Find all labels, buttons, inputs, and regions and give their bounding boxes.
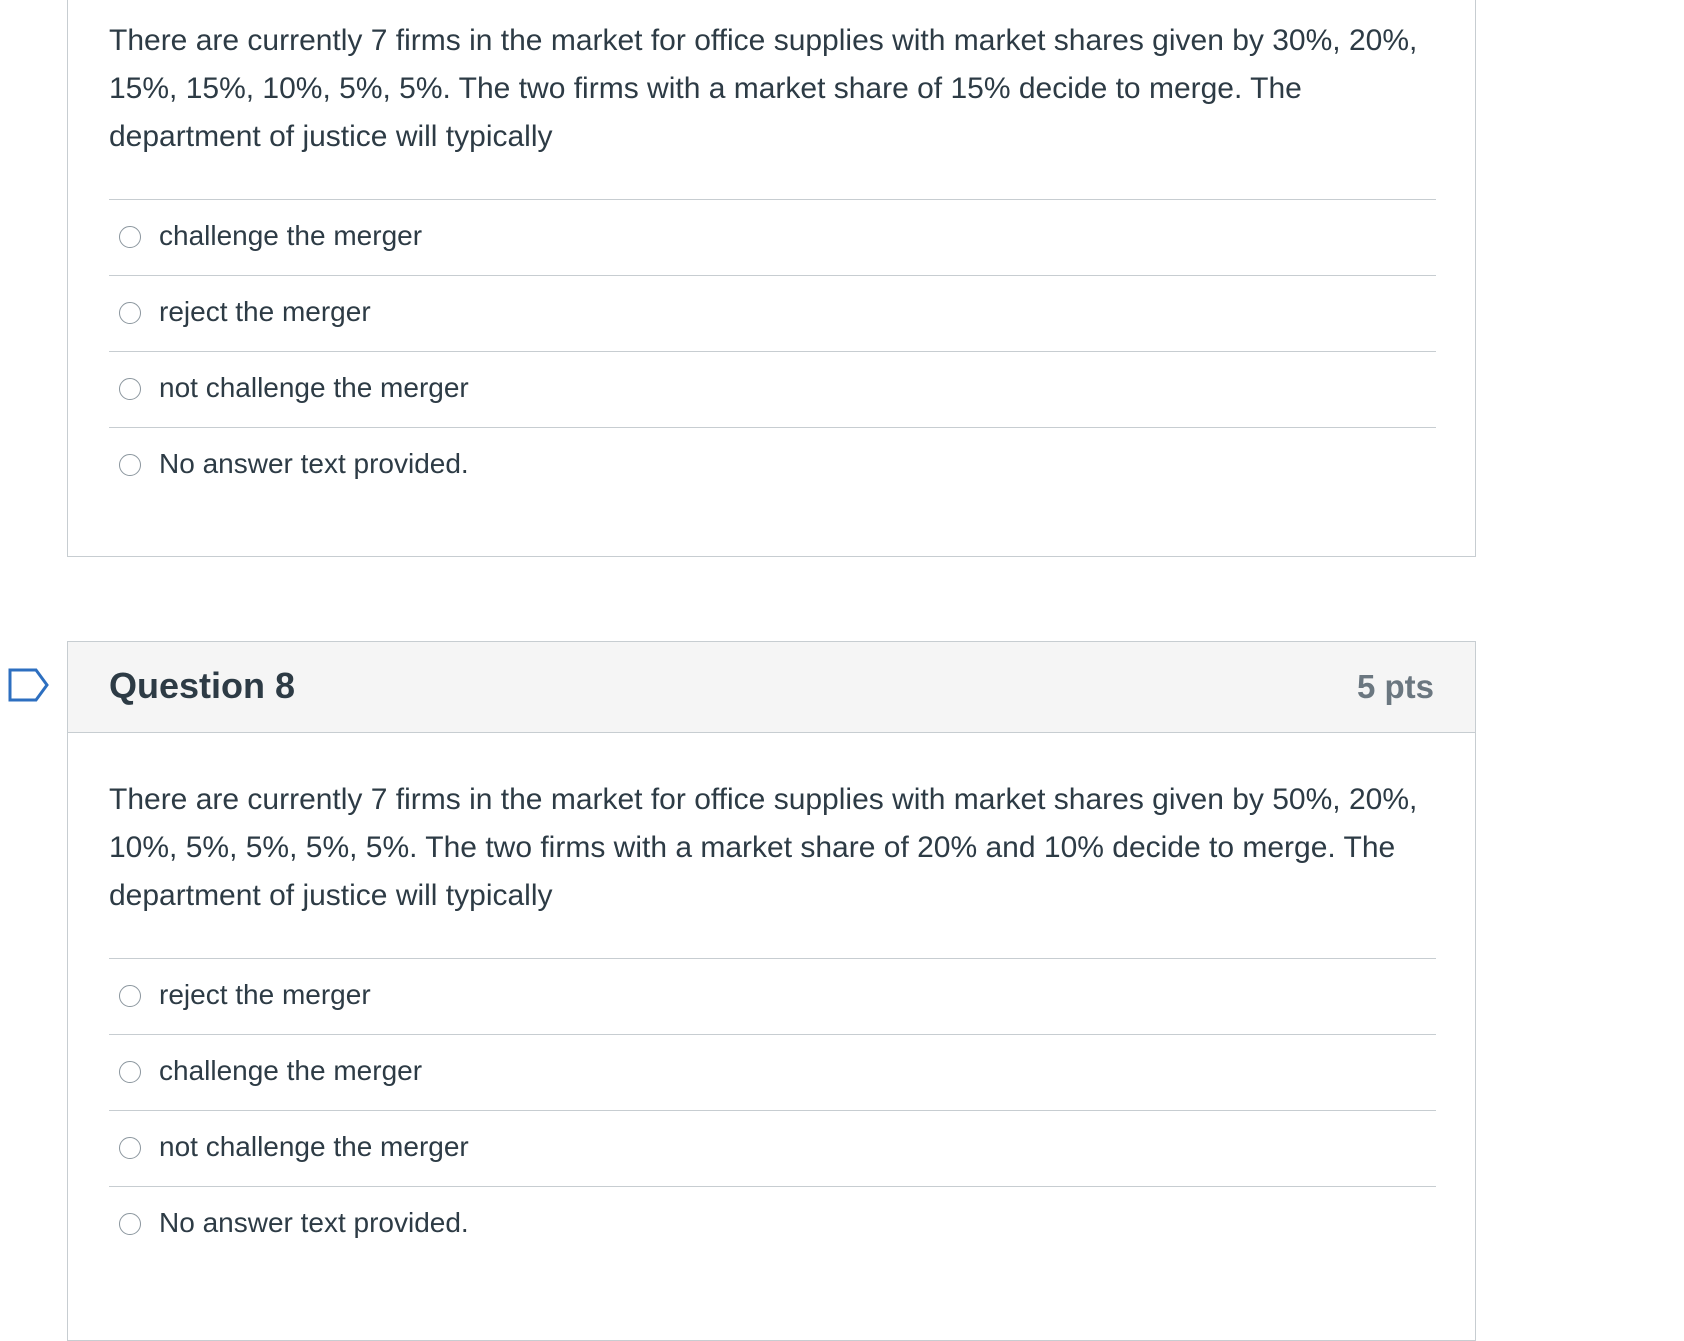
question-card-previous: There are currently 7 firms in the marke… (67, 0, 1476, 557)
quiz-area: There are currently 7 firms in the marke… (0, 0, 1684, 1341)
flag-question-icon[interactable] (8, 668, 50, 702)
question-header: Question 8 5 pts (68, 642, 1475, 733)
question-card-8: Question 8 5 pts There are currently 7 f… (67, 641, 1476, 1341)
radio-unchecked-icon[interactable] (119, 378, 141, 400)
answer-option[interactable]: not challenge the merger (109, 1110, 1436, 1186)
radio-unchecked-icon[interactable] (119, 454, 141, 476)
answer-label: challenge the merger (159, 1055, 423, 1086)
radio-unchecked-icon[interactable] (119, 985, 141, 1007)
answer-option[interactable]: challenge the merger (109, 1034, 1436, 1110)
answer-label: not challenge the merger (159, 372, 469, 403)
answer-option[interactable]: challenge the merger (109, 199, 1436, 275)
radio-unchecked-icon[interactable] (119, 1213, 141, 1235)
radio-unchecked-icon[interactable] (119, 302, 141, 324)
question-points: 5 pts (1356, 668, 1434, 705)
answer-option[interactable]: No answer text provided. (109, 427, 1436, 503)
answer-label: reject the merger (159, 979, 371, 1010)
radio-unchecked-icon[interactable] (119, 1061, 141, 1083)
answer-label: No answer text provided. (159, 1207, 469, 1238)
answer-option[interactable]: reject the merger (109, 275, 1436, 351)
answer-label: reject the merger (159, 296, 371, 327)
answer-list: reject the merger challenge the merger n… (109, 958, 1436, 1262)
answer-option[interactable]: No answer text provided. (109, 1186, 1436, 1262)
radio-unchecked-icon[interactable] (119, 1137, 141, 1159)
answer-option[interactable]: reject the merger (109, 958, 1436, 1034)
answer-label: challenge the merger (159, 220, 423, 251)
answer-label: not challenge the merger (159, 1131, 469, 1162)
question-text: There are currently 7 firms in the marke… (109, 783, 1418, 912)
answer-option[interactable]: not challenge the merger (109, 351, 1436, 427)
question-title: Question 8 (109, 665, 296, 706)
question-text: There are currently 7 firms in the marke… (109, 24, 1418, 153)
answer-label: No answer text provided. (159, 448, 469, 479)
answer-list: challenge the merger reject the merger n… (109, 199, 1436, 503)
radio-unchecked-icon[interactable] (119, 226, 141, 248)
